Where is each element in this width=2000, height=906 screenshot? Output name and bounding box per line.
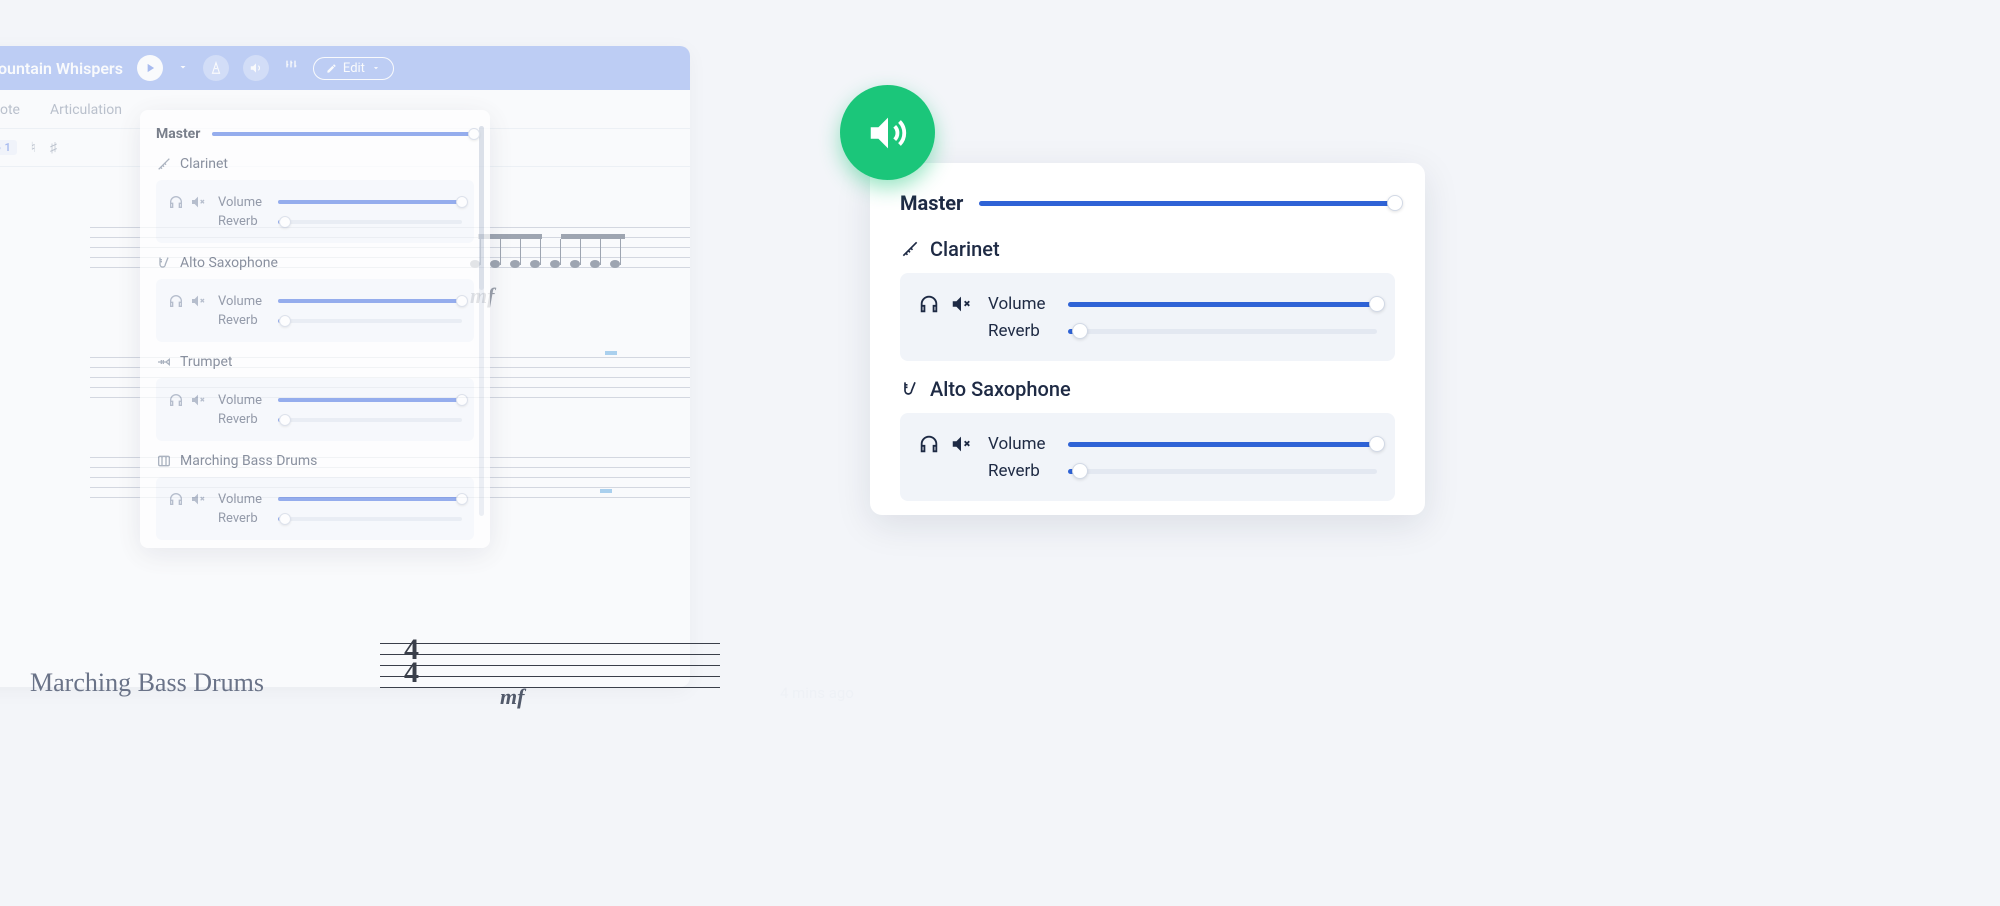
headphones-icon[interactable] bbox=[168, 491, 184, 507]
score-title: Mountain Whispers bbox=[0, 59, 123, 78]
reverb-label: Reverb bbox=[218, 313, 268, 328]
reverb-label: Reverb bbox=[218, 412, 268, 427]
note-duration-badge[interactable]: ♪1 bbox=[0, 140, 17, 155]
timestamp: 4 mins ago bbox=[780, 684, 854, 702]
clarinet-icon bbox=[900, 239, 920, 259]
instrument-header: Clarinet bbox=[156, 156, 474, 172]
volume-label: Volume bbox=[988, 434, 1054, 454]
accidental-natural[interactable]: ♮ bbox=[31, 140, 36, 156]
volume-label: Volume bbox=[218, 393, 268, 408]
edit-button[interactable]: Edit bbox=[313, 57, 394, 80]
instrument-controls: Volume Reverb bbox=[156, 378, 474, 441]
master-slider[interactable] bbox=[212, 132, 474, 136]
dynamic-marking: mf bbox=[500, 684, 524, 710]
clarinet-icon bbox=[156, 156, 172, 172]
instrument-name: Alto Saxophone bbox=[930, 377, 1071, 401]
volume-slider[interactable] bbox=[278, 200, 462, 204]
instrument-header: Alto Saxophone bbox=[156, 255, 474, 271]
reverb-label: Reverb bbox=[988, 461, 1054, 481]
speaker-icon bbox=[865, 110, 911, 156]
reverb-slider[interactable] bbox=[278, 319, 462, 323]
saxophone-icon bbox=[156, 255, 172, 271]
volume-slider[interactable] bbox=[1068, 302, 1377, 307]
volume-label: Volume bbox=[988, 294, 1054, 314]
instrument-controls: Volume Reverb bbox=[156, 180, 474, 243]
volume-slider[interactable] bbox=[278, 497, 462, 501]
mixer-feature-badge bbox=[840, 85, 935, 180]
headphones-icon[interactable] bbox=[918, 433, 940, 455]
headphones-icon[interactable] bbox=[168, 293, 184, 309]
instrument-header: Marching Bass Drums bbox=[156, 453, 474, 469]
volume-label: Volume bbox=[218, 492, 268, 507]
play-icon bbox=[143, 61, 157, 75]
instrument-controls: Volume Reverb bbox=[156, 279, 474, 342]
instrument-controls: Volume Reverb bbox=[156, 477, 474, 540]
staff-instrument-label: Marching Bass Drums bbox=[30, 668, 264, 698]
mute-icon[interactable] bbox=[190, 293, 206, 309]
mute-icon[interactable] bbox=[190, 491, 206, 507]
mute-icon[interactable] bbox=[190, 194, 206, 210]
headphones-icon[interactable] bbox=[168, 392, 184, 408]
instrument-name: Clarinet bbox=[930, 237, 1000, 261]
pencil-icon bbox=[326, 63, 337, 74]
master-slider[interactable] bbox=[979, 201, 1395, 206]
headphones-icon[interactable] bbox=[168, 194, 184, 210]
instrument-name: Clarinet bbox=[180, 156, 228, 172]
reverb-label: Reverb bbox=[218, 214, 268, 229]
instrument-name: Trumpet bbox=[180, 354, 232, 370]
reverb-label: Reverb bbox=[988, 321, 1054, 341]
instrument-name: Marching Bass Drums bbox=[180, 453, 317, 469]
reverb-slider[interactable] bbox=[1068, 329, 1377, 334]
play-button[interactable] bbox=[137, 55, 163, 81]
mute-icon[interactable] bbox=[950, 433, 972, 455]
mixer-button[interactable] bbox=[243, 55, 269, 81]
mute-icon[interactable] bbox=[950, 293, 972, 315]
edit-label: Edit bbox=[343, 61, 365, 76]
instrument-controls: Volume Reverb bbox=[900, 413, 1395, 501]
instrument-name: Alto Saxophone bbox=[180, 255, 278, 271]
master-label: Master bbox=[156, 126, 200, 142]
master-label: Master bbox=[900, 191, 963, 215]
reverb-label: Reverb bbox=[218, 511, 268, 526]
tuning-icon bbox=[283, 58, 299, 74]
trumpet-icon bbox=[156, 354, 172, 370]
instrument-header: Alto Saxophone bbox=[900, 377, 1395, 401]
volume-label: Volume bbox=[218, 195, 268, 210]
play-dropdown[interactable] bbox=[177, 61, 189, 76]
chevron-down-icon bbox=[371, 63, 381, 73]
instrument-header: Clarinet bbox=[900, 237, 1395, 261]
reverb-slider[interactable] bbox=[278, 418, 462, 422]
instrument-controls: Volume Reverb bbox=[900, 273, 1395, 361]
volume-slider[interactable] bbox=[1068, 442, 1377, 447]
volume-slider[interactable] bbox=[278, 299, 462, 303]
callout-master-row: Master bbox=[900, 191, 1395, 215]
drums-icon bbox=[156, 453, 172, 469]
tuning-fork-button[interactable] bbox=[283, 58, 299, 78]
mixer-scrollbar[interactable] bbox=[479, 126, 484, 516]
metronome-button[interactable] bbox=[203, 55, 229, 81]
mute-icon[interactable] bbox=[190, 392, 206, 408]
reverb-slider[interactable] bbox=[278, 220, 462, 224]
headphones-icon[interactable] bbox=[918, 293, 940, 315]
master-row: Master bbox=[156, 126, 474, 142]
volume-label: Volume bbox=[218, 294, 268, 309]
volume-slider[interactable] bbox=[278, 398, 462, 402]
mixer-callout: Master Clarinet Volume Reverb Alto Saxop… bbox=[870, 163, 1425, 515]
reverb-slider[interactable] bbox=[1068, 469, 1377, 474]
speaker-icon bbox=[249, 61, 263, 75]
metronome-icon bbox=[209, 61, 223, 75]
instrument-header: Trumpet bbox=[156, 354, 474, 370]
chevron-down-icon bbox=[177, 61, 189, 73]
reverb-slider[interactable] bbox=[278, 517, 462, 521]
app-header: Mountain Whispers Edit bbox=[0, 46, 690, 90]
saxophone-icon bbox=[900, 379, 920, 399]
tab-note[interactable]: Note bbox=[0, 102, 20, 128]
accidental-sharp[interactable]: ♯ bbox=[50, 139, 57, 156]
tab-articulation[interactable]: Articulation bbox=[50, 102, 122, 128]
mixer-panel: Master Clarinet Volume Reverb Alto Saxop… bbox=[140, 110, 490, 548]
